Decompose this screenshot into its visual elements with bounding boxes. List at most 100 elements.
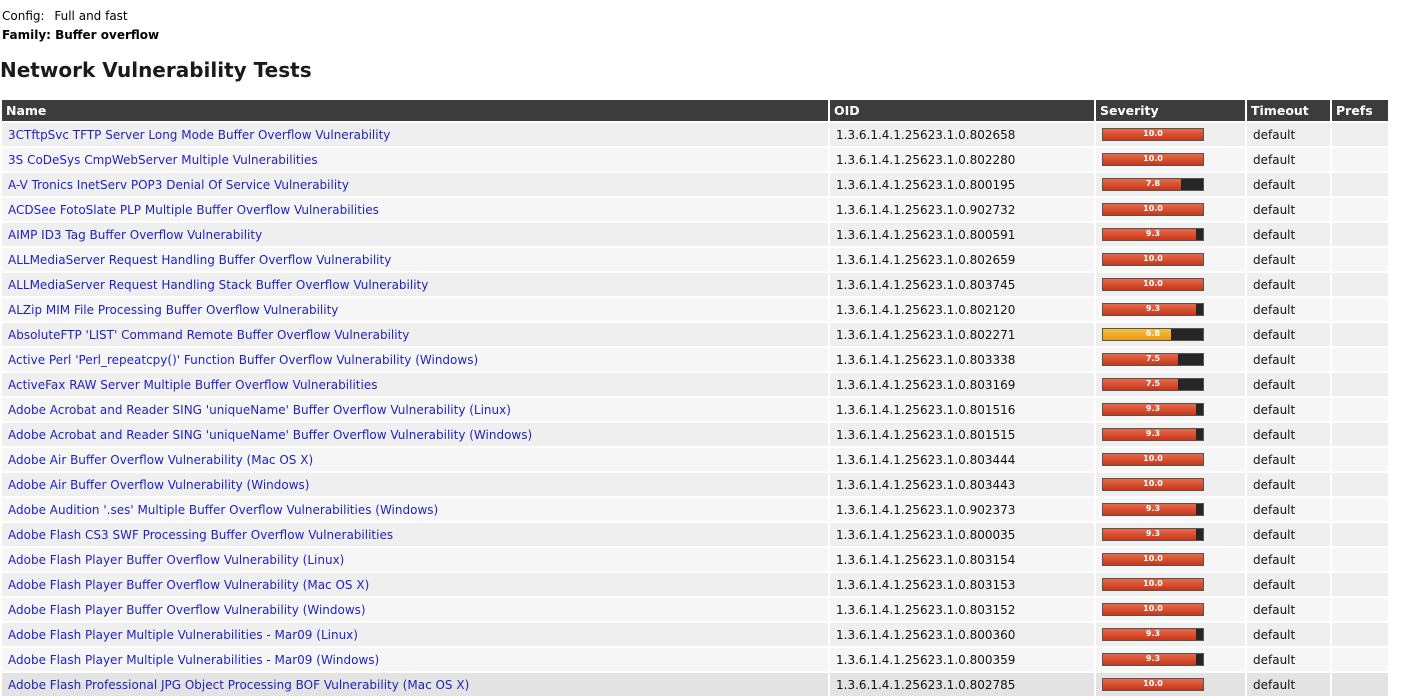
severity-bar: 7.8 bbox=[1102, 178, 1204, 191]
nvt-severity-cell: 10.0 bbox=[1096, 548, 1245, 571]
severity-bar: 10.0 bbox=[1102, 553, 1204, 566]
severity-bar: 10.0 bbox=[1102, 278, 1204, 291]
nvt-name-link[interactable]: Active Perl 'Perl_repeatcpy()' Function … bbox=[8, 353, 478, 367]
nvt-name-cell: Adobe Flash Player Multiple Vulnerabilit… bbox=[2, 648, 828, 671]
table-row: Adobe Flash Player Buffer Overflow Vulne… bbox=[2, 598, 1388, 621]
severity-bar: 6.8 bbox=[1102, 328, 1204, 341]
severity-value: 9.3 bbox=[1145, 429, 1161, 438]
nvt-name-link[interactable]: Adobe Flash Professional JPG Object Proc… bbox=[8, 678, 469, 692]
nvt-prefs-cell bbox=[1332, 248, 1388, 271]
nvt-severity-cell: 10.0 bbox=[1096, 573, 1245, 596]
nvt-severity-cell: 9.3 bbox=[1096, 223, 1245, 246]
nvt-severity-cell: 10.0 bbox=[1096, 248, 1245, 271]
nvt-severity-cell: 10.0 bbox=[1096, 448, 1245, 471]
nvt-oid-cell: 1.3.6.1.4.1.25623.1.0.803444 bbox=[830, 448, 1094, 471]
nvt-name-link[interactable]: Adobe Acrobat and Reader SING 'uniqueNam… bbox=[8, 403, 511, 417]
severity-bar: 10.0 bbox=[1102, 203, 1204, 216]
nvt-table: Name OID Severity Timeout Prefs 3CTftpSv… bbox=[0, 98, 1390, 698]
severity-bar: 10.0 bbox=[1102, 478, 1204, 491]
nvt-name-link[interactable]: Adobe Flash Player Buffer Overflow Vulne… bbox=[8, 603, 366, 617]
column-header-name: Name bbox=[2, 100, 828, 121]
severity-bar: 9.3 bbox=[1102, 303, 1204, 316]
severity-bar: 7.5 bbox=[1102, 378, 1204, 391]
nvt-name-link[interactable]: AbsoluteFTP 'LIST' Command Remote Buffer… bbox=[8, 328, 409, 342]
nvt-severity-cell: 10.0 bbox=[1096, 673, 1245, 696]
nvt-name-cell: Active Perl 'Perl_repeatcpy()' Function … bbox=[2, 348, 828, 371]
table-row: AbsoluteFTP 'LIST' Command Remote Buffer… bbox=[2, 323, 1388, 346]
severity-bar: 10.0 bbox=[1102, 253, 1204, 266]
nvt-name-link[interactable]: Adobe Audition '.ses' Multiple Buffer Ov… bbox=[8, 503, 438, 517]
nvt-name-cell: Adobe Flash Professional JPG Object Proc… bbox=[2, 673, 828, 696]
severity-value: 9.3 bbox=[1145, 529, 1161, 538]
nvt-oid-cell: 1.3.6.1.4.1.25623.1.0.801515 bbox=[830, 423, 1094, 446]
nvt-timeout-cell: default bbox=[1247, 448, 1330, 471]
nvt-name-link[interactable]: A-V Tronics InetServ POP3 Denial Of Serv… bbox=[8, 178, 349, 192]
nvt-oid-cell: 1.3.6.1.4.1.25623.1.0.803153 bbox=[830, 573, 1094, 596]
nvt-name-link[interactable]: AIMP ID3 Tag Buffer Overflow Vulnerabili… bbox=[8, 228, 262, 242]
nvt-severity-cell: 10.0 bbox=[1096, 598, 1245, 621]
nvt-name-link[interactable]: ACDSee FotoSlate PLP Multiple Buffer Ove… bbox=[8, 203, 379, 217]
nvt-name-link[interactable]: Adobe Flash Player Multiple Vulnerabilit… bbox=[8, 653, 379, 667]
nvt-oid-cell: 1.3.6.1.4.1.25623.1.0.902373 bbox=[830, 498, 1094, 521]
severity-value: 9.3 bbox=[1145, 404, 1161, 413]
nvt-prefs-cell bbox=[1332, 223, 1388, 246]
table-body: 3CTftpSvc TFTP Server Long Mode Buffer O… bbox=[2, 123, 1388, 696]
severity-bar: 7.5 bbox=[1102, 353, 1204, 366]
nvt-severity-cell: 10.0 bbox=[1096, 148, 1245, 171]
nvt-name-link[interactable]: ActiveFax RAW Server Multiple Buffer Ove… bbox=[8, 378, 377, 392]
nvt-name-link[interactable]: ALZip MIM File Processing Buffer Overflo… bbox=[8, 303, 338, 317]
table-row: AIMP ID3 Tag Buffer Overflow Vulnerabili… bbox=[2, 223, 1388, 246]
severity-value: 9.3 bbox=[1145, 304, 1161, 313]
nvt-severity-cell: 10.0 bbox=[1096, 123, 1245, 146]
severity-value: 9.3 bbox=[1145, 504, 1161, 513]
severity-value: 10.0 bbox=[1143, 454, 1163, 463]
nvt-timeout-cell: default bbox=[1247, 398, 1330, 421]
nvt-name-link[interactable]: ALLMediaServer Request Handling Buffer O… bbox=[8, 253, 391, 267]
nvt-timeout-cell: default bbox=[1247, 573, 1330, 596]
severity-value: 6.8 bbox=[1145, 329, 1161, 338]
nvt-prefs-cell bbox=[1332, 573, 1388, 596]
nvt-timeout-cell: default bbox=[1247, 348, 1330, 371]
nvt-name-link[interactable]: Adobe Flash Player Buffer Overflow Vulne… bbox=[8, 578, 369, 592]
nvt-timeout-cell: default bbox=[1247, 198, 1330, 221]
table-row: A-V Tronics InetServ POP3 Denial Of Serv… bbox=[2, 173, 1388, 196]
nvt-name-cell: ActiveFax RAW Server Multiple Buffer Ove… bbox=[2, 373, 828, 396]
nvt-timeout-cell: default bbox=[1247, 173, 1330, 196]
nvt-name-link[interactable]: 3S CoDeSys CmpWebServer Multiple Vulnera… bbox=[8, 153, 318, 167]
nvt-name-cell: ACDSee FotoSlate PLP Multiple Buffer Ove… bbox=[2, 198, 828, 221]
nvt-name-link[interactable]: 3CTftpSvc TFTP Server Long Mode Buffer O… bbox=[8, 128, 390, 142]
nvt-timeout-cell: default bbox=[1247, 598, 1330, 621]
table-row: ACDSee FotoSlate PLP Multiple Buffer Ove… bbox=[2, 198, 1388, 221]
nvt-prefs-cell bbox=[1332, 298, 1388, 321]
nvt-name-link[interactable]: Adobe Flash Player Multiple Vulnerabilit… bbox=[8, 628, 358, 642]
nvt-name-link[interactable]: Adobe Air Buffer Overflow Vulnerability … bbox=[8, 453, 313, 467]
table-row: Adobe Flash Player Multiple Vulnerabilit… bbox=[2, 623, 1388, 646]
nvt-prefs-cell bbox=[1332, 448, 1388, 471]
nvt-name-link[interactable]: Adobe Flash CS3 SWF Processing Buffer Ov… bbox=[8, 528, 393, 542]
column-header-timeout: Timeout bbox=[1247, 100, 1330, 121]
nvt-oid-cell: 1.3.6.1.4.1.25623.1.0.802271 bbox=[830, 323, 1094, 346]
nvt-name-link[interactable]: Adobe Flash Player Buffer Overflow Vulne… bbox=[8, 553, 344, 567]
nvt-name-cell: Adobe Air Buffer Overflow Vulnerability … bbox=[2, 448, 828, 471]
nvt-name-link[interactable]: Adobe Air Buffer Overflow Vulnerability … bbox=[8, 478, 309, 492]
nvt-name-link[interactable]: ALLMediaServer Request Handling Stack Bu… bbox=[8, 278, 428, 292]
severity-bar: 9.3 bbox=[1102, 428, 1204, 441]
severity-bar: 9.3 bbox=[1102, 653, 1204, 666]
nvt-name-link[interactable]: Adobe Acrobat and Reader SING 'uniqueNam… bbox=[8, 428, 532, 442]
nvt-prefs-cell bbox=[1332, 198, 1388, 221]
nvt-name-cell: Adobe Air Buffer Overflow Vulnerability … bbox=[2, 473, 828, 496]
nvt-oid-cell: 1.3.6.1.4.1.25623.1.0.801516 bbox=[830, 398, 1094, 421]
nvt-prefs-cell bbox=[1332, 123, 1388, 146]
table-row: Adobe Flash Player Buffer Overflow Vulne… bbox=[2, 573, 1388, 596]
nvt-prefs-cell bbox=[1332, 623, 1388, 646]
nvt-name-cell: Adobe Audition '.ses' Multiple Buffer Ov… bbox=[2, 498, 828, 521]
nvt-timeout-cell: default bbox=[1247, 498, 1330, 521]
nvt-severity-cell: 9.3 bbox=[1096, 648, 1245, 671]
nvt-timeout-cell: default bbox=[1247, 123, 1330, 146]
nvt-prefs-cell bbox=[1332, 673, 1388, 696]
nvt-prefs-cell bbox=[1332, 323, 1388, 346]
nvt-timeout-cell: default bbox=[1247, 248, 1330, 271]
nvt-name-cell: Adobe Flash Player Buffer Overflow Vulne… bbox=[2, 548, 828, 571]
table-row: Adobe Audition '.ses' Multiple Buffer Ov… bbox=[2, 498, 1388, 521]
nvt-name-cell: 3CTftpSvc TFTP Server Long Mode Buffer O… bbox=[2, 123, 828, 146]
